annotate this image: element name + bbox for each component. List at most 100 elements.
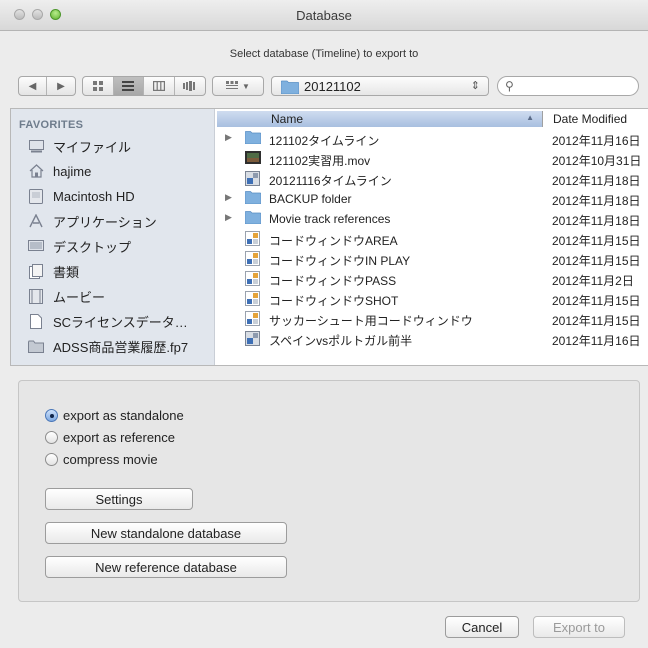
search-input[interactable]	[518, 78, 634, 96]
file-row[interactable]: コードウィンドウPASS 2012年11月2日	[215, 269, 648, 289]
search-icon: ⚲	[505, 79, 514, 93]
sidebar-heading-favorites: FAVORITES	[19, 119, 84, 131]
home-icon	[27, 163, 45, 179]
file-date-modified: 2012年11月15日	[552, 254, 641, 268]
radio-label: compress movie	[63, 452, 158, 467]
back-button[interactable]: ◀	[19, 77, 47, 95]
radio-export-standalone[interactable]: export as standalone	[45, 408, 184, 423]
file-row[interactable]: 20121116タイムライン 2012年11月18日	[215, 169, 648, 189]
new-reference-database-button[interactable]: New reference database	[45, 556, 287, 578]
list-view-icon	[122, 81, 135, 91]
sidebar-item-all-my-files[interactable]: マイファイル	[27, 135, 131, 157]
radio-export-reference[interactable]: export as reference	[45, 430, 175, 445]
forward-button[interactable]: ▶	[47, 77, 75, 95]
sidebar-item-label: デスクトップ	[53, 239, 132, 255]
file-row[interactable]: スペインvsポルトガル前半 2012年11月16日	[215, 329, 648, 349]
column-header-date-modified[interactable]: Date Modified	[549, 111, 648, 127]
window-title: Database	[296, 8, 352, 23]
location-popup[interactable]: 20121102 ⇕	[271, 76, 489, 96]
updown-chevron-icon: ⇕	[470, 80, 480, 92]
sidebar-item-label: ADSS商品営業履歴.fp7	[53, 339, 189, 355]
radio-button[interactable]	[45, 431, 58, 444]
arrange-menu-content: ▼	[213, 77, 263, 95]
search-field[interactable]: ⚲	[497, 76, 639, 96]
documents-icon	[27, 263, 45, 279]
sidebar-item-home[interactable]: hajime	[27, 160, 91, 182]
export-options-panel: export as standalone export as reference…	[18, 380, 640, 602]
file-date-modified: 2012年11月15日	[552, 314, 641, 328]
folder-icon	[27, 338, 45, 354]
all-my-files-icon	[27, 138, 45, 154]
database-file-icon	[245, 171, 261, 186]
file-name: サッカーシュート用コードウィンドウ	[269, 314, 473, 328]
folder-icon	[244, 131, 262, 146]
sidebar-item-label: マイファイル	[53, 139, 132, 155]
file-name: スペインvsポルトガル前半	[269, 334, 413, 348]
disclosure-triangle-icon[interactable]: ▶	[225, 132, 232, 143]
arrange-menu-button[interactable]: ▼	[212, 76, 264, 96]
folder-icon	[244, 191, 262, 206]
sidebar-item-applications[interactable]: アプリケーション	[27, 210, 157, 232]
settings-button[interactable]: Settings	[45, 488, 193, 510]
file-name: コードウィンドウSHOT	[269, 294, 399, 308]
sidebar-item-label: 書類	[53, 264, 80, 280]
file-row[interactable]: コードウィンドウAREA 2012年11月15日	[215, 229, 648, 249]
file-row[interactable]: コードウィンドウSHOT 2012年11月15日	[215, 289, 648, 309]
dialog-prompt: Select database (Timeline) to export to	[229, 48, 419, 60]
chevron-down-icon: ▼	[242, 81, 250, 91]
code-window-file-icon	[245, 231, 261, 246]
disclosure-triangle-icon[interactable]: ▶	[225, 212, 232, 223]
sidebar-item-label: ムービー	[53, 289, 106, 305]
file-date-modified: 2012年10月31日	[552, 154, 642, 168]
coverflow-view-button[interactable]	[175, 77, 205, 95]
desktop-icon	[27, 238, 45, 254]
radio-button[interactable]	[45, 453, 58, 466]
disclosure-triangle-icon[interactable]: ▶	[225, 192, 232, 203]
file-date-modified: 2012年11月15日	[552, 234, 641, 248]
export-to-button[interactable]: Export to	[533, 616, 625, 638]
folder-icon	[281, 80, 299, 94]
sidebar-item-sc-license-data[interactable]: SCライセンスデータ…	[27, 310, 188, 332]
file-row[interactable]: ▶ BACKUP folder 2012年11月18日	[215, 189, 648, 209]
sidebar-item-documents[interactable]: 書類	[27, 260, 79, 282]
toolbar: ◀ ▶ ▼ 20121102 ⇕ ⚲	[0, 74, 648, 100]
sidebar-item-macintosh-hd[interactable]: Macintosh HD	[27, 185, 135, 207]
column-view-icon	[152, 81, 165, 91]
radio-compress-movie[interactable]: compress movie	[45, 452, 158, 467]
icon-view-icon	[92, 81, 103, 91]
radio-label: export as reference	[63, 430, 176, 445]
file-date-modified: 2012年11月16日	[552, 334, 641, 348]
file-date-modified: 2012年11月18日	[552, 174, 641, 188]
sidebar-item-adss-file[interactable]: ADSS商品営業履歴.fp7	[27, 335, 188, 357]
back-forward-control: ◀ ▶	[18, 76, 76, 96]
folder-icon	[244, 211, 262, 226]
sidebar-item-label: SCライセンスデータ…	[53, 314, 188, 330]
view-mode-control	[82, 76, 206, 96]
file-row[interactable]: コードウィンドウIN PLAY 2012年11月15日	[215, 249, 648, 269]
database-file-icon	[245, 331, 261, 346]
file-date-modified: 2012年11月18日	[552, 194, 641, 208]
list-view-button[interactable]	[113, 77, 144, 95]
icon-view-button[interactable]	[83, 77, 114, 95]
applications-icon	[27, 213, 45, 229]
sort-ascending-icon: ▲	[526, 113, 534, 122]
movie-file-icon	[245, 151, 261, 166]
title-bar: Database	[0, 0, 648, 31]
sidebar-item-desktop[interactable]: デスクトップ	[27, 235, 131, 257]
arrange-icon	[226, 81, 239, 89]
file-name: コードウィンドウPASS	[269, 274, 397, 288]
file-name: BACKUP folder	[269, 192, 352, 206]
column-header-name[interactable]: Name ▲	[217, 111, 543, 127]
sidebar: FAVORITES マイファイル hajime Macintosh HD アプリ…	[11, 109, 215, 365]
location-label: 20121102	[304, 79, 361, 94]
column-view-button[interactable]	[144, 77, 175, 95]
sidebar-item-movies[interactable]: ムービー	[27, 285, 105, 307]
file-row[interactable]: ▶ Movie track references 2012年11月18日	[215, 209, 648, 229]
cancel-button[interactable]: Cancel	[445, 616, 519, 638]
file-row[interactable]: 121102実習用.mov 2012年10月31日	[215, 149, 648, 169]
radio-button-selected[interactable]	[45, 409, 58, 422]
file-row[interactable]: サッカーシュート用コードウィンドウ 2012年11月15日	[215, 309, 648, 329]
file-row[interactable]: ▶ 121102タイムライン 2012年11月16日	[215, 129, 648, 149]
file-name: コードウィンドウAREA	[269, 234, 398, 248]
new-standalone-database-button[interactable]: New standalone database	[45, 522, 287, 544]
